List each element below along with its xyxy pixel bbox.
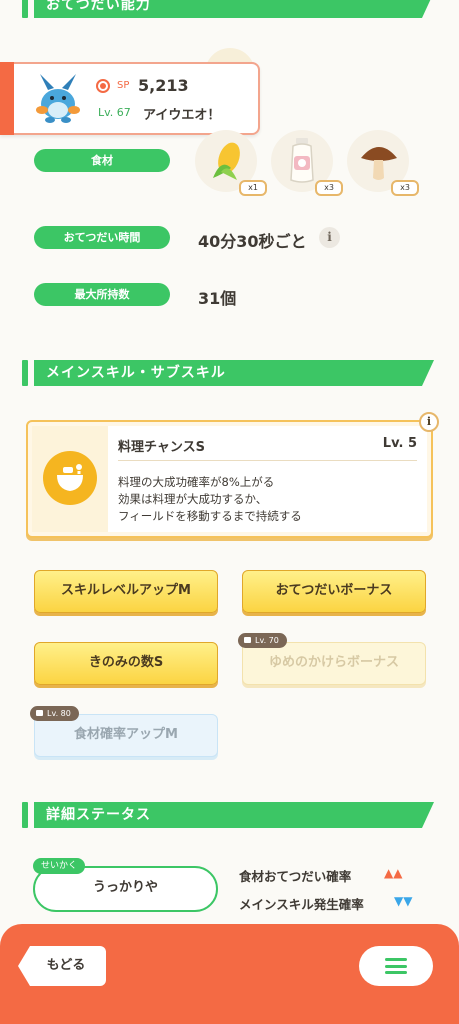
section-title: 詳細ステータス (34, 802, 434, 828)
helping-time-label: おてつだい時間 (34, 226, 170, 249)
lock-icon (244, 637, 251, 643)
sp-icon (96, 79, 110, 93)
pokemon-nickname: アイウエオ！ (143, 108, 221, 123)
mushroom-icon (359, 140, 399, 186)
helping-time-value: 40分30秒ごと (198, 232, 307, 251)
sp-label: SP (117, 80, 130, 91)
back-label: もどる (46, 958, 86, 973)
cooking-chance-icon (43, 451, 97, 505)
skill-level: Lv. 5 (382, 436, 417, 451)
max-carry-label: 最大所持数 (34, 283, 170, 306)
lock-icon (36, 710, 43, 716)
milk-icon (287, 136, 317, 188)
ingredient-count: x3 (391, 180, 419, 196)
skill-desc-2: 効果は料理が大成功するか、 (118, 492, 268, 506)
section-bar (22, 360, 28, 386)
card-accent (0, 62, 14, 135)
pokemon-level: Lv. 67 (98, 106, 131, 119)
skill-name: 料理チャンスS (118, 440, 205, 455)
footer-bar: もどる (0, 924, 459, 1024)
section-bar (22, 802, 28, 828)
lock-level: Lv. 80 (47, 709, 71, 718)
nature-down-label: メインスキル発生確率 (239, 897, 364, 912)
nature-name: うっかりや (92, 880, 158, 895)
skill-desc-1: 料理の大成功確率が8%上がる (118, 475, 275, 489)
ingredient-slot[interactable]: x1 (195, 130, 267, 196)
menu-button[interactable] (359, 946, 433, 986)
section-header-details: 詳細ステータス (22, 802, 434, 828)
nature-up-label: 食材おてつだい確率 (239, 869, 352, 884)
info-icon[interactable]: i (319, 227, 340, 248)
lock-level: Lv. 70 (255, 636, 279, 645)
max-carry-value: 31個 (198, 289, 237, 308)
main-skill-card[interactable]: 料理チャンスS Lv. 5 料理の大成功確率が8%上がる 効果は料理が大成功する… (26, 412, 439, 538)
skill-info-icon[interactable]: i (419, 412, 439, 432)
ingredient-slot[interactable]: x3 (271, 130, 343, 196)
lock-tag: Lv. 80 (30, 706, 79, 721)
skill-desc-3: フィールドを移動するまで持続する (118, 509, 302, 523)
subskill-button-locked[interactable]: ゆめのかけらボーナス (242, 642, 426, 685)
ingredient-count: x3 (315, 180, 343, 196)
ingredient-slot[interactable]: x3 (347, 130, 419, 196)
pokemon-sprite-icon (30, 70, 86, 126)
section-header-skills: メインスキル・サブスキル (22, 360, 434, 386)
sp-value: 5,213 (138, 76, 189, 95)
divider (118, 460, 417, 461)
subskill-button[interactable]: スキルレベルアップM (34, 570, 218, 613)
subskill-button[interactable]: おてつだいボーナス (242, 570, 426, 613)
pokemon-card[interactable]: SP 5,213 Lv. 67 アイウエオ！ (0, 62, 260, 135)
section-title: メインスキル・サブスキル (34, 360, 434, 386)
lock-tag: Lv. 70 (238, 633, 287, 648)
nature-tag: せいかく (33, 858, 86, 874)
ingredient-count: x1 (239, 180, 267, 196)
section-header-helping: おてつだい能力 (22, 0, 434, 18)
ingredients-label: 食材 (34, 149, 170, 172)
back-button[interactable]: もどる (18, 946, 106, 986)
section-bar (22, 0, 28, 18)
nature-up-arrows: ▲▲ (384, 866, 403, 880)
nature-down-arrows: ▼▼ (394, 894, 413, 908)
skill-text-area: 料理チャンスS Lv. 5 料理の大成功確率が8%上がる 効果は料理が大成功する… (108, 426, 427, 532)
subskill-button[interactable]: きのみの数S (34, 642, 218, 685)
section-title: おてつだい能力 (34, 0, 434, 18)
menu-icon (385, 958, 407, 974)
